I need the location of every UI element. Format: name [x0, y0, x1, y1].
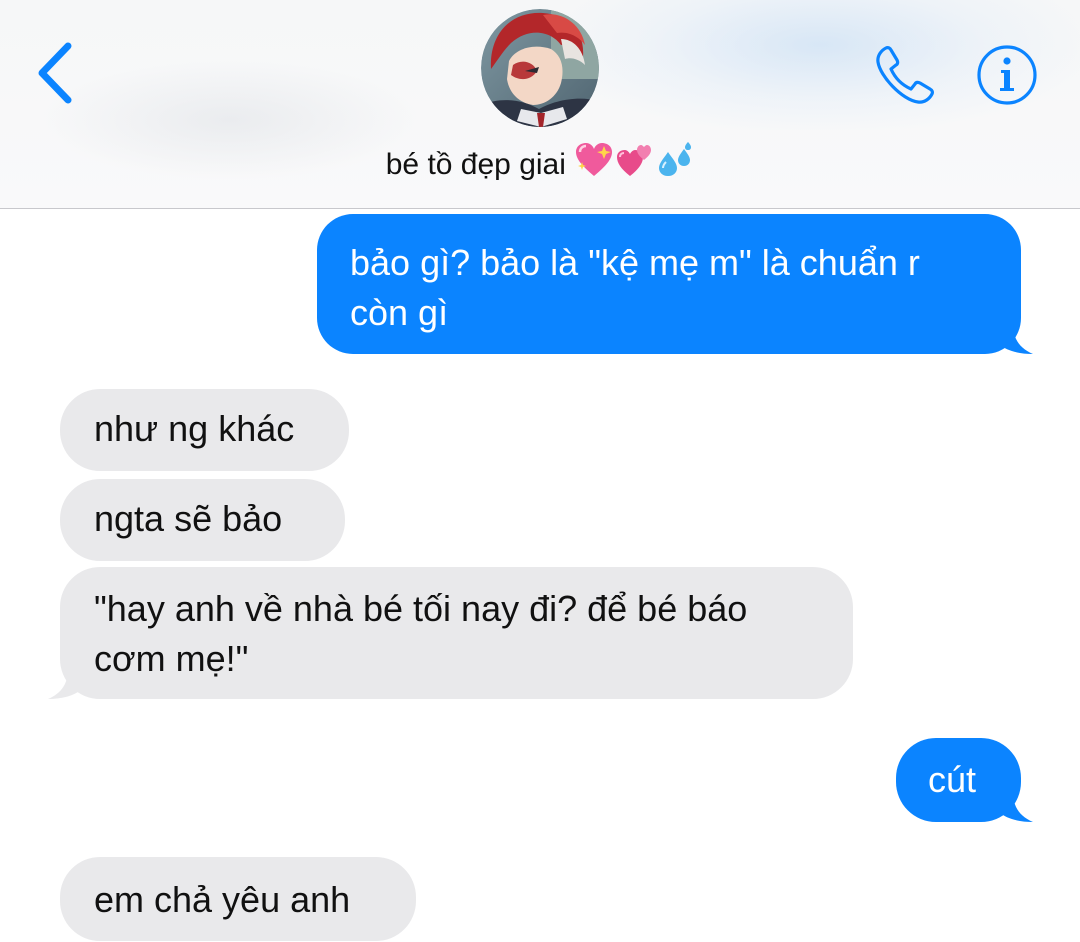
chevron-left-icon — [38, 42, 72, 104]
bubble-tail — [48, 669, 82, 699]
message-text-line: còn gì — [350, 292, 449, 333]
message-text-line: như ng khác — [94, 408, 295, 449]
message-bubble-sent[interactable]: cút — [896, 738, 1033, 822]
message-bubble-received[interactable]: ngta sẽ bảo — [60, 479, 345, 561]
contact-name-text: bé tồ đẹp giai — [385, 148, 566, 181]
message-bubble-received[interactable]: "hay anh về nhà bé tối nay đi? để bé báo… — [48, 567, 853, 699]
message-text-line: em chả yêu anh — [94, 879, 351, 920]
message-bubble-sent[interactable]: bảo gì? bảo là "kệ mẹ m" là chuẩn r còn … — [317, 214, 1033, 354]
revolving-hearts-emoji — [614, 142, 654, 186]
sweat-droplets-emoji — [654, 142, 694, 186]
phone-icon — [876, 46, 934, 104]
bubble-tail — [999, 324, 1033, 354]
contact-avatar[interactable] — [481, 9, 599, 127]
contact-name[interactable]: bé tồ đẹp giai — [0, 142, 1080, 186]
message-text-line: ngta sẽ bảo — [94, 498, 283, 539]
info-button[interactable] — [976, 44, 1038, 106]
info-icon — [977, 45, 1037, 105]
sparkling-heart-emoji — [574, 142, 614, 186]
back-button[interactable] — [30, 38, 86, 108]
call-button[interactable] — [872, 42, 938, 108]
messages-screen: bé tồ đẹp giai bảo gì? bảo là "kệ mẹ m" … — [0, 0, 1080, 942]
bubble-tail — [999, 792, 1033, 822]
avatar-image — [481, 9, 599, 127]
message-bubble-received[interactable]: như ng khác — [60, 389, 349, 471]
message-text-line: "hay anh về nhà bé tối nay đi? để bé báo — [94, 588, 748, 629]
message-text-line: bảo gì? bảo là "kệ mẹ m" là chuẩn r — [350, 242, 920, 283]
message-text-line: cơm mẹ!" — [94, 638, 249, 679]
conversation-header: bé tồ đẹp giai — [0, 0, 1080, 209]
message-bubble-received[interactable]: em chả yêu anh — [60, 857, 416, 941]
